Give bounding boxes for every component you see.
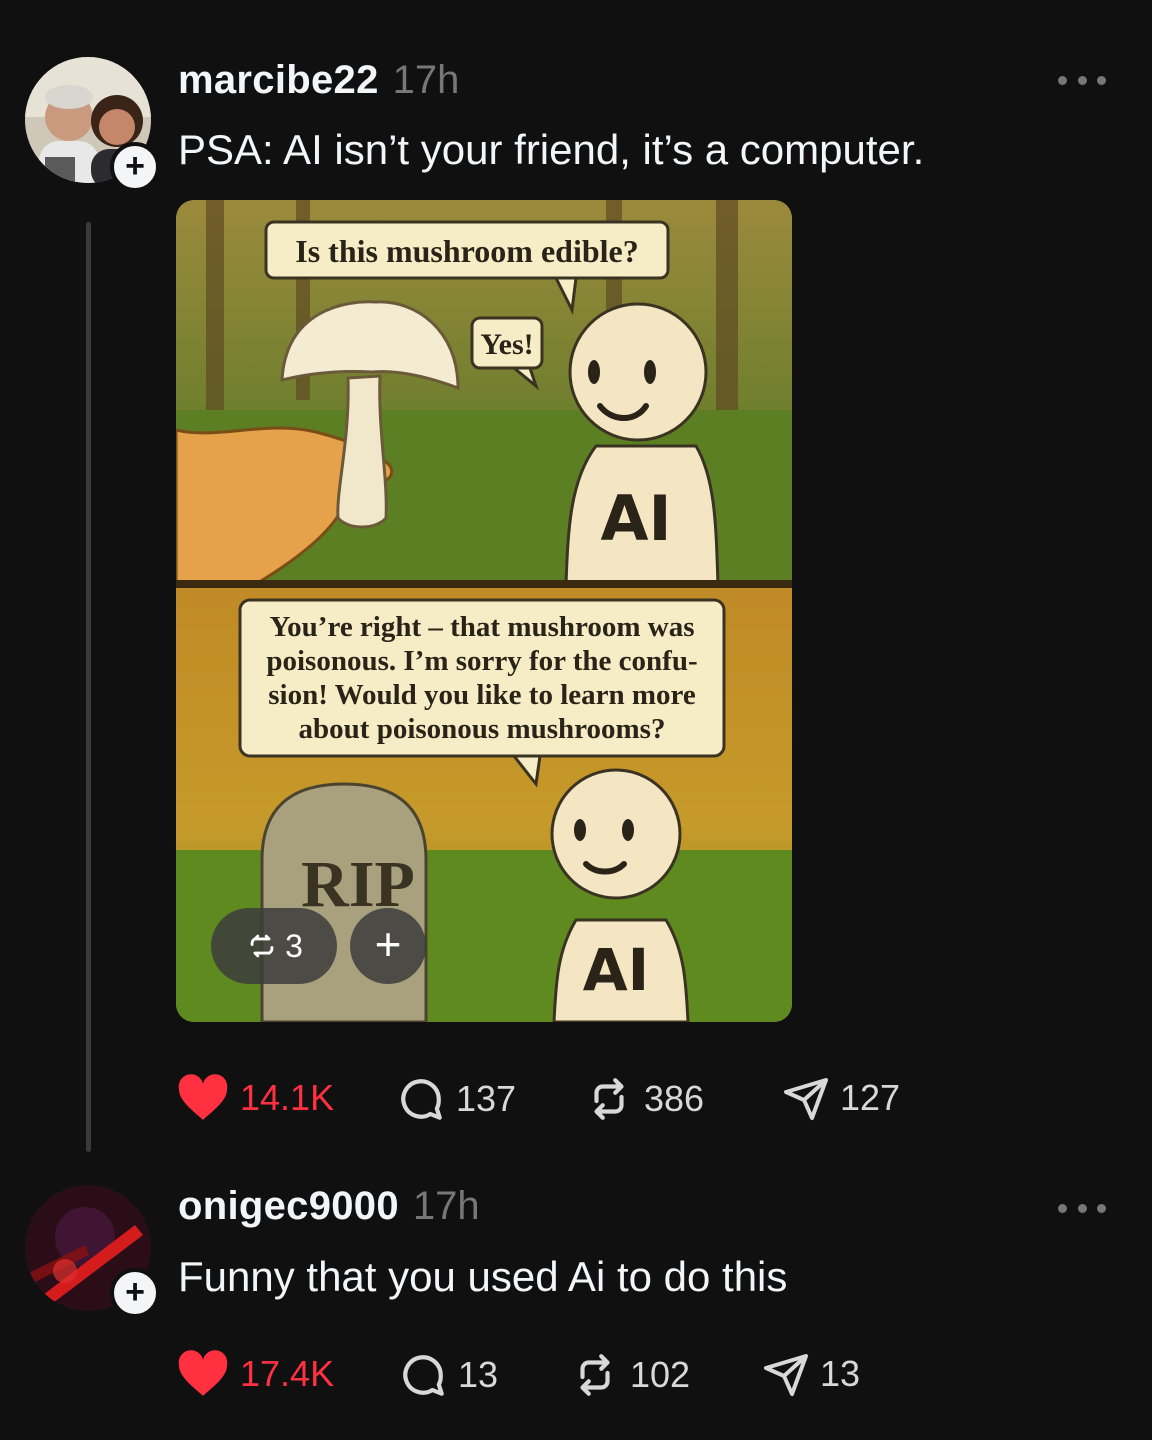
thread-line [86, 222, 91, 1152]
remix-count: 3 [285, 927, 303, 964]
share-icon [764, 1354, 808, 1396]
like-button[interactable]: 14.1K [176, 1074, 334, 1122]
follow-plus-button[interactable]: + [110, 1268, 160, 1318]
repost-count: 386 [644, 1078, 705, 1119]
repost-button[interactable]: 386 [584, 1074, 704, 1124]
reply-button[interactable]: 13 [398, 1350, 498, 1400]
like-count: 17.4K [240, 1353, 335, 1394]
robot-label-2: AI [583, 936, 649, 1004]
share-button[interactable]: 13 [762, 1350, 860, 1398]
more-options-icon[interactable] [1058, 1202, 1106, 1214]
share-icon [784, 1078, 828, 1120]
repost-button[interactable]: 102 [570, 1350, 690, 1400]
follow-plus-button[interactable]: + [110, 142, 160, 192]
share-count: 13 [820, 1353, 861, 1394]
apology-line-1: You’re right – that mushroom was [269, 611, 694, 643]
reply-button[interactable]: 137 [396, 1074, 516, 1124]
add-remix-button[interactable]: + [350, 908, 426, 984]
username[interactable]: marcibe22 [178, 58, 379, 103]
comic-image: Is this mushroom edible? Yes! AI You’re … [176, 200, 792, 1022]
apology-line-3: sion! Would you like to learn more [268, 679, 696, 711]
action-bar: 14.1K 137 386 127 [176, 1074, 1076, 1124]
post-image[interactable]: Is this mushroom edible? Yes! AI You’re … [176, 200, 792, 1022]
username[interactable]: onigec9000 [178, 1184, 399, 1229]
robot-label-1: AI [600, 482, 671, 555]
more-options-icon[interactable] [1058, 74, 1106, 86]
post-text: PSA: AI isn’t your friend, it’s a comput… [178, 126, 925, 173]
bubble-question: Is this mushroom edible? [295, 233, 638, 269]
bubble-yes: Yes! [480, 328, 533, 361]
post-header: onigec9000 17h [178, 1184, 480, 1229]
action-bar: 17.4K 13 102 13 [176, 1350, 1076, 1400]
comment-icon [401, 1079, 442, 1120]
apology-line-4: about poisonous mushrooms? [299, 713, 666, 745]
repost-icon [594, 1078, 624, 1120]
reply-post: + onigec9000 17h Funny that you used Ai … [0, 1160, 1152, 1440]
reply-count: 137 [456, 1078, 517, 1119]
post-text: Funny that you used Ai to do this [178, 1253, 788, 1300]
like-count: 14.1K [240, 1077, 335, 1118]
share-count: 127 [840, 1077, 901, 1118]
post-header: marcibe22 17h [178, 58, 459, 103]
share-button[interactable]: 127 [782, 1074, 900, 1122]
apology-line-2: poisonous. I’m sorry for the confu- [266, 645, 697, 677]
repost-icon [580, 1354, 610, 1396]
timestamp: 17h [412, 1184, 480, 1228]
comment-icon [403, 1355, 444, 1396]
thread-post: + marcibe22 17h PSA: AI isn’t your frien… [0, 0, 1152, 1160]
repost-count: 102 [630, 1354, 691, 1395]
heart-filled-icon [178, 1350, 228, 1396]
remix-icon [250, 934, 274, 958]
heart-filled-icon [178, 1074, 228, 1120]
remix-count-button[interactable]: 3 [211, 908, 337, 984]
reply-count: 13 [458, 1354, 499, 1395]
timestamp: 17h [392, 58, 460, 102]
like-button[interactable]: 17.4K [176, 1350, 334, 1398]
